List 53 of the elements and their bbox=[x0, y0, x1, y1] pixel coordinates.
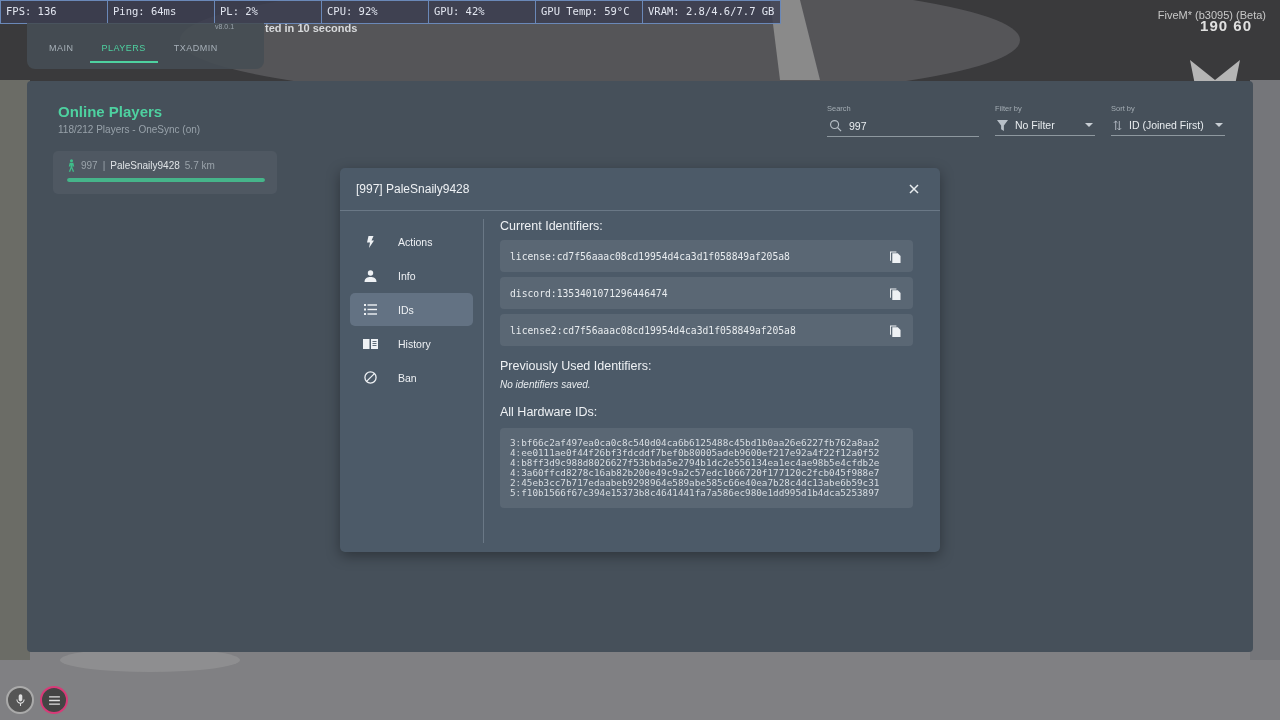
sort-icon bbox=[1113, 119, 1122, 131]
player-distance: 5.7 km bbox=[184, 160, 215, 171]
caret-icon bbox=[1085, 123, 1093, 127]
dialog-menu-item[interactable]: Actions bbox=[350, 225, 473, 258]
filter-dropdown[interactable]: No Filter bbox=[995, 116, 1095, 136]
dialog-menu-item[interactable]: IDs bbox=[350, 293, 473, 326]
stat-readout: VRAM: 2.8/4.6/7.7 GB bbox=[647, 4, 776, 19]
hardware-id: 4:ee0111ae0f44f26bf3fdcddf7bef0b80005adeb9600ef217e92a4f22f12a0f52 bbox=[510, 448, 881, 458]
notification-text: ted in 10 seconds bbox=[265, 22, 358, 34]
separator: | bbox=[102, 160, 106, 171]
section-title: All Hardware IDs: bbox=[500, 405, 599, 419]
copy-icon bbox=[890, 323, 901, 337]
caret-icon bbox=[1215, 123, 1223, 127]
hardware-id: 4:b8ff3d9c988d8026627f53bbda5e2794b1dc2e556134ea1ec4ae98b5e4cfdb2e bbox=[510, 458, 881, 468]
player-name: PaleSnaily9428 bbox=[110, 160, 180, 171]
section-title: Current Identifiers: bbox=[500, 219, 604, 233]
copy-icon bbox=[890, 286, 901, 300]
sort-dropdown[interactable]: ID (Joined First) bbox=[1111, 116, 1225, 136]
book-icon bbox=[363, 338, 378, 349]
hardware-id: 3:bf66c2af497ea0ca0c8c540d04ca6b6125488c45bd1b0aa26e6227fb762a8aa2 bbox=[510, 438, 881, 448]
dialog-menu-item[interactable]: Info bbox=[350, 259, 473, 292]
player-count: 118/212 Players - OneSync (on) bbox=[58, 124, 201, 135]
menu-icon bbox=[48, 695, 60, 705]
player-card[interactable]: 997 | PaleSnaily9428 5.7 km bbox=[53, 151, 277, 194]
panel-title: Online Players bbox=[58, 103, 164, 120]
stat-readout: GPU: 42% bbox=[429, 1, 536, 23]
walking-person-icon bbox=[67, 159, 76, 172]
microphone-icon bbox=[15, 693, 25, 707]
dialog-title: [997] PaleSnaily9428 bbox=[356, 182, 470, 196]
hardware-id: 2:45eb3cc7b717edaabeb9298964e589abe585c66e40ea7b28c4dc13abe6b59c31 bbox=[510, 478, 881, 488]
identifier-text: discord:1353401071296446474 bbox=[510, 287, 668, 299]
dialog-menu-item[interactable]: Ban bbox=[350, 361, 473, 394]
copy-icon bbox=[890, 249, 901, 263]
hardware-id: 5:f10b1566f67c394e15373b8c4641441fa7a586ec980e1dd995d1b4dca5253897 bbox=[510, 488, 881, 498]
stat-readout: GPU Temp: 59°C bbox=[536, 1, 643, 23]
dialog-menu-item[interactable]: History bbox=[350, 327, 473, 360]
ban-icon bbox=[363, 371, 378, 384]
menu-tab[interactable]: PLAYERS bbox=[89, 40, 158, 63]
filter-icon bbox=[997, 119, 1008, 131]
identifier-text: license:cd7f56aaac08cd19954d4ca3d1f058849af205a8 bbox=[510, 250, 790, 262]
search-icon bbox=[829, 119, 842, 132]
empty-message: No identifiers saved. bbox=[500, 379, 592, 390]
menu-tab[interactable]: MAIN bbox=[37, 40, 86, 63]
search-field[interactable]: 997 bbox=[827, 116, 979, 137]
stat-readout: CPU: 92% bbox=[322, 1, 429, 23]
list-icon bbox=[363, 304, 378, 315]
menu-tab[interactable]: TXADMIN bbox=[161, 40, 230, 63]
identifier-text: license2:cd7f56aaac08cd19954d4ca3d1f058849af205a8 bbox=[510, 324, 796, 336]
hardware-id: 4:3a60ffcd8278c16ab82b200e49c9a2c57edc1066720f177120c2fcb045f988e7 bbox=[510, 468, 881, 478]
player-id: 997 bbox=[81, 160, 98, 171]
person-icon bbox=[363, 269, 378, 282]
section-title: Previously Used Identifiers: bbox=[500, 359, 653, 373]
close-icon bbox=[909, 184, 919, 194]
